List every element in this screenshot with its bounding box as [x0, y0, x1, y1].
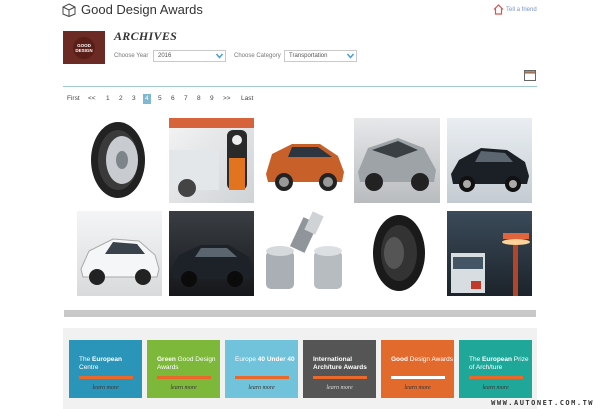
sedan-icon [451, 148, 529, 192]
tell-a-friend-link[interactable]: Tell a friend [506, 6, 537, 14]
top-bar: Good Design Awards Tell a friend [0, 0, 600, 22]
page-last-link[interactable]: Last [241, 94, 253, 104]
page-link[interactable]: 2 [119, 94, 123, 104]
site-title[interactable]: Good Design Awards [81, 1, 203, 19]
divider [63, 86, 537, 87]
bearing-icon [266, 211, 342, 289]
page-link[interactable]: 7 [184, 94, 188, 104]
calendar-icon[interactable] [524, 70, 536, 81]
promo-tile-text: The European Prize of Arch/ture [469, 356, 529, 371]
page-link[interactable]: 1 [106, 94, 110, 104]
promo-tile-bar [313, 376, 367, 379]
page-next-link[interactable]: >> [223, 94, 231, 104]
page-link[interactable]: 3 [132, 94, 136, 104]
gallery-item-black-sedan[interactable] [447, 118, 532, 203]
page-first-link[interactable]: First [67, 94, 80, 104]
bus-icon [451, 233, 530, 296]
tire-icon [373, 215, 425, 291]
chevron-down-icon [216, 53, 223, 59]
page-link[interactable]: 5 [158, 94, 162, 104]
promo-tile-european-prize-architecture[interactable]: The European Prize of Arch/ture learn mo… [459, 340, 532, 398]
category-select[interactable]: Transportation [284, 50, 357, 62]
promo-tile-green-good-design[interactable]: Green Good Design Awards learn more [147, 340, 220, 398]
promo-tile-text: Good Design Awards [391, 356, 454, 363]
promo-tile-bar [469, 376, 523, 379]
charger-icon [169, 118, 254, 197]
promo-tile-bar [157, 376, 211, 379]
promo-tile-international-architecture[interactable]: International Arch/ture Awards learn mor… [303, 340, 376, 398]
page-link[interactable]: 8 [197, 94, 201, 104]
gallery-item-orange-suv[interactable] [262, 118, 347, 203]
gallery-item-white-hatchback[interactable] [77, 211, 162, 296]
page-link[interactable]: 9 [210, 94, 214, 104]
cube-logo-icon [62, 3, 76, 17]
archives-title: ARCHIVES [114, 29, 178, 43]
gallery-item-dark-luxury-sedan[interactable] [169, 211, 254, 296]
promo-tile-bar [79, 376, 133, 379]
promo-tile-text: The European Centre [79, 356, 122, 371]
promo-tile-european-centre[interactable]: The European Centre learn more [69, 340, 142, 398]
year-select[interactable]: 2016 [153, 50, 226, 62]
promo-tile-good-design-awards[interactable]: Good Design Awards learn more [381, 340, 454, 398]
gallery-scrollbar[interactable] [64, 310, 536, 317]
gallery-item-silver-concept-car[interactable] [354, 118, 440, 203]
page-link-current[interactable]: 4 [143, 94, 151, 104]
car-icon [358, 138, 436, 191]
promo-tile-bar [391, 376, 445, 379]
sedan-icon [171, 245, 253, 287]
gallery-item-tire[interactable] [77, 118, 162, 203]
year-select-value: 2016 [158, 53, 172, 59]
suv-icon [266, 144, 344, 191]
chevron-down-icon [347, 53, 354, 59]
category-label: Choose Category [234, 53, 281, 59]
learn-more-link[interactable]: learn more [69, 385, 142, 391]
page-link[interactable]: 6 [171, 94, 175, 104]
gallery-item-bus-and-streetlight[interactable] [447, 211, 532, 296]
promo-tile-text: Europe 40 Under 40 [235, 356, 295, 363]
learn-more-link[interactable]: learn more [459, 385, 532, 391]
good-design-logo: GOOD DESIGN [63, 31, 105, 64]
learn-more-link[interactable]: learn more [225, 385, 298, 391]
gallery-item-metal-bearing-parts[interactable] [262, 211, 347, 296]
learn-more-link[interactable]: learn more [147, 385, 220, 391]
promo-tile-text: International Arch/ture Awards [313, 356, 367, 371]
tire-icon [91, 122, 145, 198]
gallery-item-off-road-tire[interactable] [354, 211, 440, 296]
learn-more-link[interactable]: learn more [303, 385, 376, 391]
logo-line-2: DESIGN [75, 48, 93, 53]
gallery-item-ev-charger[interactable] [169, 118, 254, 203]
home-icon[interactable] [493, 4, 504, 15]
watermark: WWW.AUTONET.COM.TW [491, 399, 594, 407]
promo-tile-text: Green Good Design Awards [157, 356, 216, 371]
year-label: Choose Year [114, 53, 149, 59]
category-select-value: Transportation [289, 53, 328, 59]
learn-more-link[interactable]: learn more [381, 385, 454, 391]
car-icon [80, 238, 160, 285]
promo-tile-europe-40-under-40[interactable]: Europe 40 Under 40 learn more [225, 340, 298, 398]
page-prev-link[interactable]: << [88, 94, 96, 104]
promo-tile-bar [235, 376, 289, 379]
